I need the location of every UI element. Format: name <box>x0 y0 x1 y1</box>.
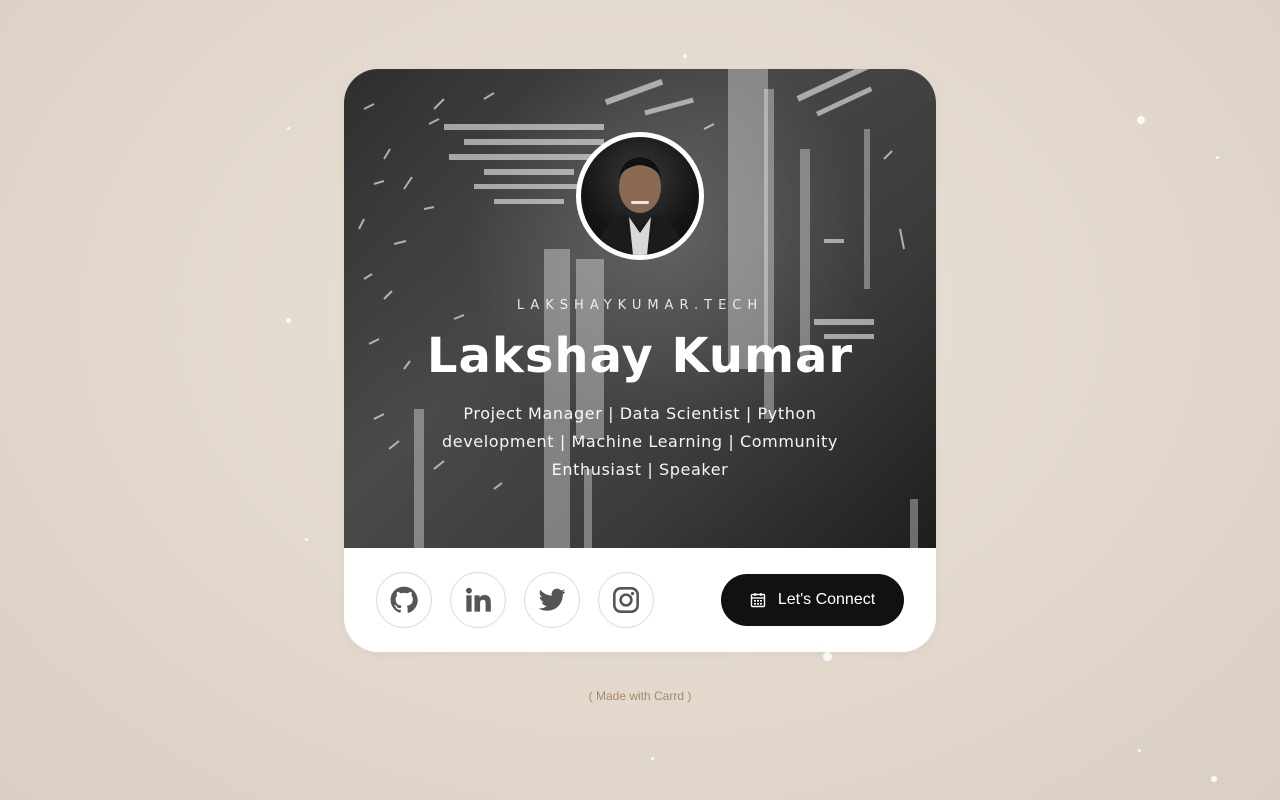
decorative-dot <box>305 538 308 541</box>
twitter-button[interactable] <box>524 572 580 628</box>
decorative-dot <box>287 127 290 130</box>
profile-photo <box>581 137 699 255</box>
github-icon <box>390 586 418 613</box>
decorative-dot <box>651 757 654 760</box>
avatar <box>576 132 704 260</box>
profile-tagline: Project Manager | Data Scientist | Pytho… <box>442 404 838 479</box>
lets-connect-button[interactable]: Let's Connect <box>721 574 904 626</box>
profile-name: Lakshay Kumar <box>426 328 854 384</box>
made-with-carrd-link[interactable]: ( Made with Carrd ) <box>0 689 1280 703</box>
decorative-dot <box>1211 776 1217 782</box>
instagram-icon <box>613 587 639 613</box>
decorative-dot <box>1137 116 1145 124</box>
hero-banner: LAKSHAYKUMAR.TECH Lakshay Kumar Project … <box>344 69 936 548</box>
calendar-icon <box>750 592 766 608</box>
twitter-icon <box>538 588 566 611</box>
instagram-button[interactable] <box>598 572 654 628</box>
decorative-dot <box>1216 156 1219 159</box>
decorative-dot <box>683 54 687 58</box>
profile-card: LAKSHAYKUMAR.TECH Lakshay Kumar Project … <box>344 69 936 652</box>
lets-connect-label: Let's Connect <box>777 591 876 608</box>
decorative-dot <box>823 652 832 661</box>
linkedin-button[interactable] <box>450 572 506 628</box>
decorative-dot <box>286 318 291 323</box>
github-button[interactable] <box>376 572 432 628</box>
linkedin-icon <box>466 587 491 612</box>
decorative-dot <box>1138 749 1141 752</box>
site-domain: LAKSHAYKUMAR.TECH <box>516 298 764 313</box>
